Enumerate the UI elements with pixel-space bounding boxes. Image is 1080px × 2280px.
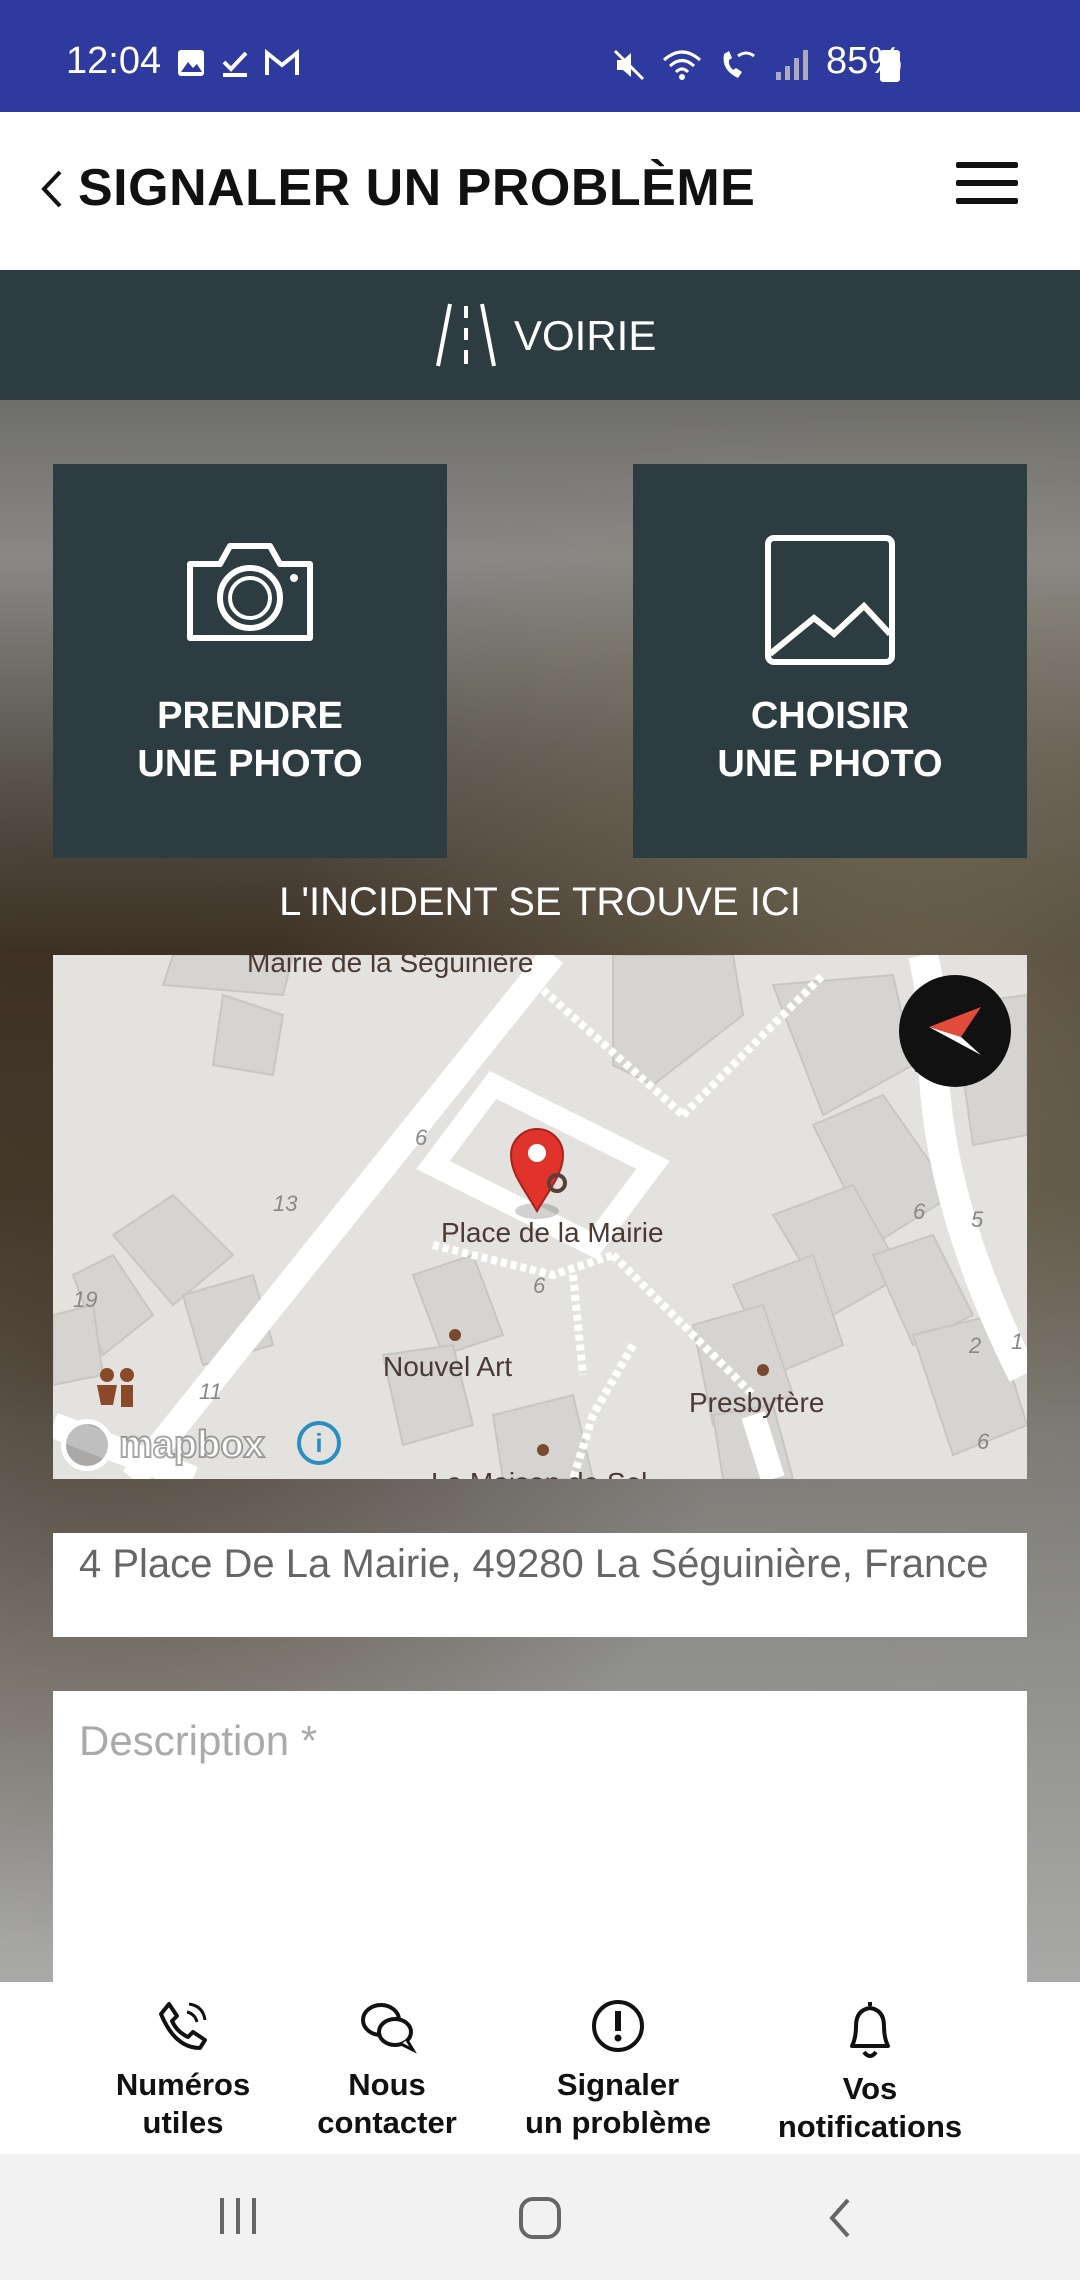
mapbox-attribution: mapbox — [118, 1423, 266, 1467]
choose-photo-label-line1: CHOISIR — [750, 695, 910, 737]
location-heading: L'INCIDENT SE TROUVE ICI — [279, 880, 801, 924]
image-icon — [178, 50, 204, 76]
nav-item-signaler[interactable]: Signaler un problème — [520, 1998, 716, 2142]
choose-photo-button[interactable]: CHOISIR UNE PHOTO — [633, 464, 1027, 858]
nav-label-line2: contacter — [317, 2105, 457, 2140]
house-number: 5 — [971, 1207, 984, 1232]
status-time: 12:04 — [66, 40, 162, 82]
back-icon[interactable] — [820, 2194, 860, 2242]
nav-item-nous-contacter[interactable]: Nous contacter — [310, 1998, 464, 2142]
take-photo-button[interactable]: PRENDRE UNE PHOTO — [53, 464, 447, 858]
map-label-nouvel-art: Nouvel Art — [383, 1351, 513, 1382]
house-number: 11 — [199, 1379, 222, 1404]
wifi-call-icon — [723, 51, 755, 78]
nav-label-line1: Vos — [842, 2071, 898, 2106]
location-map[interactable]: Mairie de la Séguinière Place de la Mair… — [53, 955, 1027, 1479]
back-arrow-icon[interactable] — [36, 164, 66, 214]
recent-apps-icon[interactable] — [214, 2194, 262, 2238]
description-placeholder: Description * — [79, 1717, 318, 1764]
house-number: 6 — [415, 1125, 428, 1150]
system-navigation-bar — [0, 2154, 1080, 2280]
nav-label-line1: Signaler — [556, 2067, 680, 2102]
bell-icon — [850, 2002, 890, 2058]
bottom-navigation: Numéros utiles Nous contacter Signaler u… — [0, 1982, 1080, 2154]
house-number: 6 — [913, 1199, 926, 1224]
wifi-icon — [663, 50, 701, 80]
map-label-cut: La Maison de Sel — [431, 1467, 647, 1479]
chat-icon — [361, 2003, 417, 2054]
category-bar: VOIRIE — [0, 270, 1080, 400]
take-photo-label-line2: UNE PHOTO — [137, 743, 363, 785]
map-label-place: Place de la Mairie — [441, 1217, 664, 1248]
choose-photo-label-line2: UNE PHOTO — [717, 743, 943, 785]
phone-icon — [159, 2002, 207, 2050]
nav-item-numeros-utiles[interactable]: Numéros utiles — [108, 1998, 258, 2142]
signal-icon — [776, 50, 808, 80]
info-icon[interactable]: i — [297, 1421, 341, 1465]
status-bar: 12:04 85% — [0, 0, 1080, 112]
app-header: SIGNALER UN PROBLÈME — [0, 112, 1080, 270]
mute-icon — [613, 49, 645, 81]
house-number: 13 — [273, 1191, 298, 1216]
home-icon[interactable] — [516, 2194, 564, 2242]
hamburger-menu-icon[interactable] — [956, 162, 1018, 210]
house-number: 1 — [1011, 1329, 1024, 1354]
battery-icon — [880, 50, 900, 82]
mapbox-logo: mapbox — [61, 1419, 266, 1471]
gallery-image-icon — [765, 535, 895, 665]
nav-label-line2: un problème — [524, 2105, 711, 2140]
alert-icon — [592, 2000, 644, 2052]
map-label-presbytere: Presbytère — [689, 1387, 825, 1418]
take-photo-label-line1: PRENDRE — [157, 695, 343, 737]
nav-label-line2: notifications — [777, 2109, 963, 2144]
page-title: SIGNALER UN PROBLÈME — [78, 159, 756, 217]
road-icon — [436, 303, 496, 367]
gmail-icon — [265, 48, 299, 75]
address-field[interactable]: 4 Place De La Mairie, 49280 La Séguinièr… — [53, 1533, 1027, 1637]
nav-label-line1: Numéros — [115, 2067, 251, 2102]
nav-item-notifications[interactable]: Vos notifications — [770, 1998, 970, 2146]
house-number: 6 — [977, 1429, 990, 1454]
nav-label-line1: Nous — [348, 2067, 426, 2102]
camera-icon — [187, 543, 313, 641]
compass-button[interactable] — [899, 975, 1011, 1087]
compass-icon — [929, 1007, 981, 1055]
house-number: 2 — [969, 1333, 982, 1358]
description-field[interactable]: Description * — [53, 1691, 1027, 1991]
check-icon — [222, 51, 248, 77]
house-number: 19 — [73, 1287, 98, 1312]
nav-label-line2: utiles — [142, 2105, 224, 2140]
house-number: 6 — [533, 1273, 546, 1298]
map-label-mairie: Mairie de la Séguinière — [247, 955, 534, 978]
category-label: VOIRIE — [514, 312, 657, 359]
